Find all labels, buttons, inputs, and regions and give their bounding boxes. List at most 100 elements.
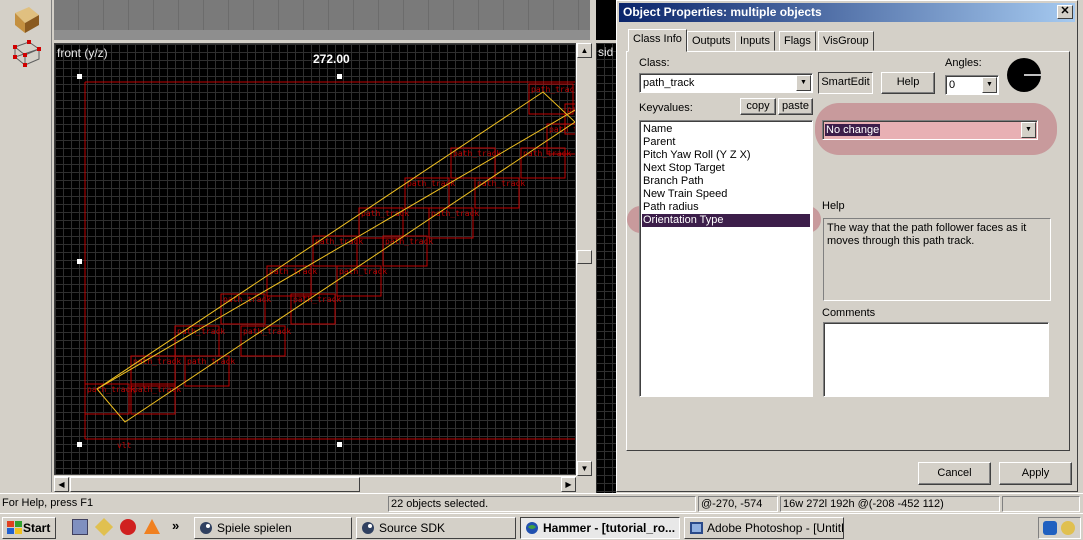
tray-speaker-icon[interactable] [1061, 521, 1075, 535]
object-properties-dialog: Object Properties: multiple objects ✕ Cl… [616, 0, 1078, 492]
scroll-right-icon[interactable]: ▶ [561, 477, 576, 492]
class-select[interactable]: path_track ▼ [639, 73, 813, 93]
path-track-label: path_track [243, 327, 291, 336]
status-bar: For Help, press F1 22 objects selected. … [0, 493, 1083, 513]
front-vertical-scrollbar[interactable]: ▲ ▼ [576, 43, 592, 476]
tab-outputs[interactable]: Outputs [687, 31, 736, 51]
path-track-label: path_track [133, 357, 181, 366]
value-select-text: No change [825, 124, 881, 136]
tray-network-icon[interactable] [1043, 521, 1057, 535]
task-label: Spiele spielen [217, 521, 292, 535]
origin-label: vlt [117, 441, 132, 450]
angles-value: 0 [949, 79, 956, 91]
smartedit-toggle[interactable]: SmartEdit [818, 72, 873, 94]
path-follower-bounds [96, 91, 575, 423]
side-viewport[interactable]: sid [596, 43, 616, 493]
taskbar: Start » Spiele spielen Source SDK Hammer… [0, 513, 1083, 540]
keyvalues-label: Keyvalues: [639, 102, 693, 114]
tab-inputs[interactable]: Inputs [735, 31, 775, 51]
path-track-label: path_track [223, 295, 271, 304]
top-viewport[interactable] [596, 0, 616, 40]
comments-label: Comments [822, 307, 876, 319]
chevron-down-icon[interactable]: ▼ [982, 77, 997, 93]
task-label: Adobe Photoshop - [Untitl... [707, 521, 844, 535]
quicklaunch-more-icon[interactable]: » [172, 518, 179, 533]
list-item[interactable]: Branch Path [643, 175, 704, 188]
quicklaunch-explorer-icon[interactable] [72, 519, 88, 535]
start-button[interactable]: Start [2, 517, 56, 539]
path-track-label: path_track [87, 385, 135, 394]
selection-dims: 16w 272l 192h @(-208 -452 112) [780, 496, 1000, 512]
selection-handle [77, 442, 82, 447]
chevron-down-icon[interactable]: ▼ [796, 75, 811, 91]
chevron-down-icon[interactable]: ▼ [1021, 122, 1036, 138]
path-track-label: path_track [531, 85, 576, 94]
side-viewport-label: sid [598, 45, 614, 59]
system-tray [1038, 517, 1081, 539]
angle-dial-icon[interactable] [1006, 57, 1042, 93]
list-item[interactable]: Next Stop Target [643, 162, 725, 175]
vertex-tool-icon[interactable] [4, 36, 46, 68]
camera-viewport-floor [54, 30, 590, 40]
apply-button[interactable]: Apply [999, 462, 1072, 485]
scroll-up-icon[interactable]: ▲ [577, 43, 592, 58]
selection-handle [77, 259, 82, 264]
start-label: Start [23, 521, 51, 535]
cancel-button[interactable]: Cancel [918, 462, 991, 485]
tab-class-info[interactable]: Class Info [628, 29, 687, 52]
task-hammer[interactable]: Hammer - [tutorial_ro... [520, 517, 680, 539]
angles-label: Angles: [945, 57, 982, 69]
steam-icon [200, 522, 212, 534]
task-label: Source SDK [379, 521, 446, 535]
list-item-selected[interactable]: Orientation Type [642, 214, 810, 227]
block-tool-icon[interactable] [4, 2, 46, 34]
selection-handle [77, 74, 82, 79]
angles-input[interactable]: 0 ▼ [945, 75, 999, 95]
class-select-value: path_track [643, 77, 695, 89]
steam-icon [362, 522, 374, 534]
front-horizontal-scrollbar[interactable]: ◀ ▶ [54, 476, 576, 492]
path-track-label: path_track [549, 125, 576, 134]
path-track-label: path_track [315, 237, 363, 246]
selection-handle [337, 442, 342, 447]
close-icon[interactable]: ✕ [1057, 5, 1073, 19]
help-text-box: The way that the path follower faces as … [823, 218, 1051, 301]
front-viewport[interactable]: path_track path_track path_track path_track… [54, 43, 576, 475]
help-button[interactable]: Help [881, 72, 935, 94]
selection-handle [337, 74, 342, 79]
list-item[interactable]: New Train Speed [643, 188, 727, 201]
scroll-down-icon[interactable]: ▼ [577, 461, 592, 476]
selection-size-label: 272.00 [313, 52, 350, 66]
keyvalues-list[interactable]: Name Parent Pitch Yaw Roll (Y Z X) Next … [639, 120, 813, 397]
list-item[interactable]: Name [643, 123, 672, 136]
task-source-sdk[interactable]: Source SDK [356, 517, 516, 539]
list-item[interactable]: Parent [643, 136, 675, 149]
paste-button[interactable]: paste [778, 98, 813, 115]
task-photoshop[interactable]: Adobe Photoshop - [Untitl... [684, 517, 844, 539]
task-spiele-spielen[interactable]: Spiele spielen [194, 517, 352, 539]
windows-logo-icon [7, 521, 22, 534]
class-label: Class: [639, 57, 670, 69]
list-item[interactable]: Path radius [643, 201, 699, 214]
help-text: The way that the path follower faces as … [827, 222, 1027, 247]
front-viewport-canvas: path_track path_track path_track path_track… [77, 74, 576, 450]
front-viewport-label: front (y/z) [57, 46, 108, 60]
scroll-thumb[interactable] [70, 477, 360, 492]
comments-textarea[interactable] [823, 322, 1049, 397]
quicklaunch-opera-icon[interactable] [120, 519, 136, 535]
cursor-coords: @-270, -574 [698, 496, 778, 512]
dialog-titlebar[interactable]: Object Properties: multiple objects ✕ [619, 3, 1075, 22]
list-item[interactable]: Pitch Yaw Roll (Y Z X) [643, 149, 751, 162]
quicklaunch-pencil-icon[interactable] [94, 517, 114, 537]
path-track-label: path_track [477, 179, 525, 188]
tab-flags[interactable]: Flags [779, 31, 816, 51]
status-pane-empty [1002, 496, 1080, 512]
scroll-left-icon[interactable]: ◀ [54, 477, 69, 492]
scroll-thumb[interactable] [577, 250, 592, 264]
quicklaunch-vlc-icon[interactable] [144, 519, 160, 534]
path-line [96, 109, 575, 390]
task-label: Hammer - [tutorial_ro... [543, 521, 676, 535]
copy-button[interactable]: copy [740, 98, 776, 115]
tab-visgroup[interactable]: VisGroup [818, 31, 874, 51]
value-select[interactable]: No change ▼ [822, 120, 1038, 140]
